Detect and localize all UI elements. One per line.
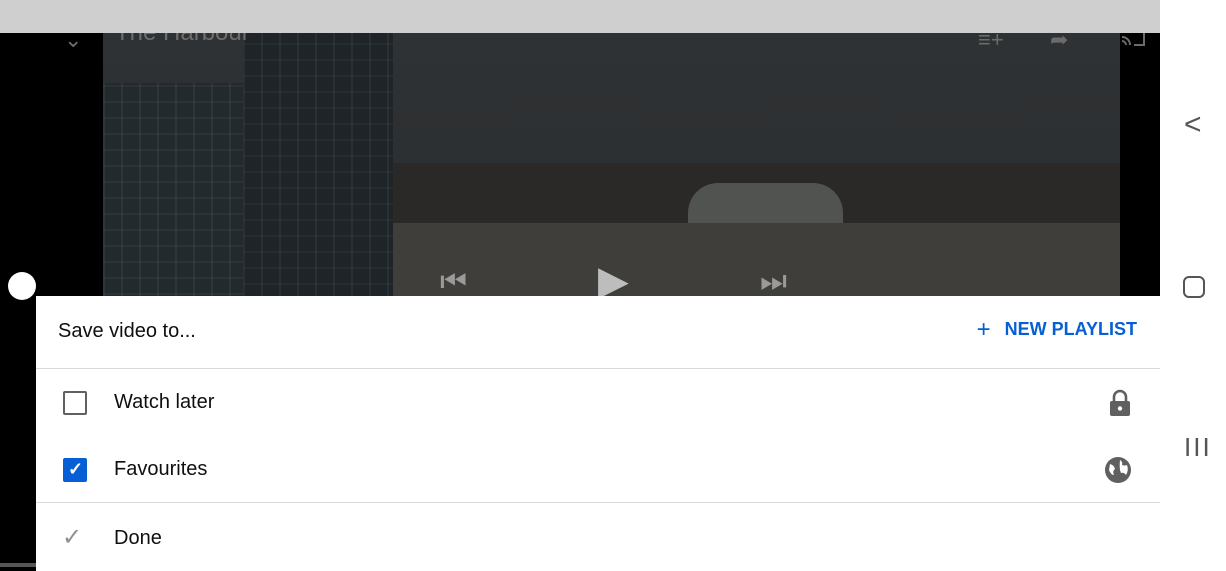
watch-later-checkbox[interactable] — [63, 391, 87, 415]
done-label: Done — [114, 527, 162, 549]
video-scene-dome — [688, 183, 843, 223]
recents-icon[interactable]: III — [1184, 432, 1212, 463]
check-icon: ✓ — [62, 524, 83, 551]
status-bar — [0, 0, 1160, 33]
add-to-queue-icon[interactable]: ≡+ — [978, 33, 1004, 53]
share-icon[interactable]: ➦ — [1050, 33, 1068, 53]
done-button[interactable]: ✓ Done — [36, 503, 1160, 571]
new-playlist-label: NEW PLAYLIST — [1004, 319, 1137, 339]
plus-icon: + — [976, 315, 991, 343]
back-icon[interactable]: < — [1184, 108, 1202, 142]
home-icon[interactable] — [1183, 276, 1205, 298]
check-icon: ✓ — [68, 459, 84, 479]
video-title: The Harbour — [115, 33, 250, 47]
lock-icon — [1108, 389, 1132, 422]
save-to-playlist-sheet: Save video to... + NEW PLAYLIST Watch la… — [36, 296, 1160, 571]
playlist-item-watch-later[interactable]: Watch later — [36, 369, 1160, 435]
new-playlist-button[interactable]: + NEW PLAYLIST — [976, 315, 1137, 343]
skip-previous-icon[interactable]: ⏮ — [440, 265, 467, 299]
playlist-label: Favourites — [114, 458, 208, 480]
chevron-down-icon[interactable]: ⌄ — [64, 33, 82, 53]
favourites-checkbox[interactable]: ✓ — [63, 458, 87, 482]
cast-icon[interactable] — [1120, 33, 1146, 53]
playlist-item-favourites[interactable]: ✓ Favourites — [36, 436, 1160, 502]
sheet-title: Save video to... — [58, 320, 196, 342]
globe-icon — [1104, 456, 1132, 489]
progress-bar[interactable] — [0, 563, 36, 567]
skip-next-icon[interactable]: ⏭ — [760, 265, 787, 299]
seek-handle[interactable] — [8, 272, 36, 300]
player-top-controls: ⌄ The Harbour ≡+ ➦ — [0, 33, 1160, 73]
playlist-label: Watch later — [114, 391, 215, 413]
system-navigation-bar: < III — [1160, 0, 1226, 571]
sheet-header: Save video to... + NEW PLAYLIST — [36, 296, 1160, 369]
player-controls: ⏮ ▶ ⏭ — [0, 258, 1160, 303]
